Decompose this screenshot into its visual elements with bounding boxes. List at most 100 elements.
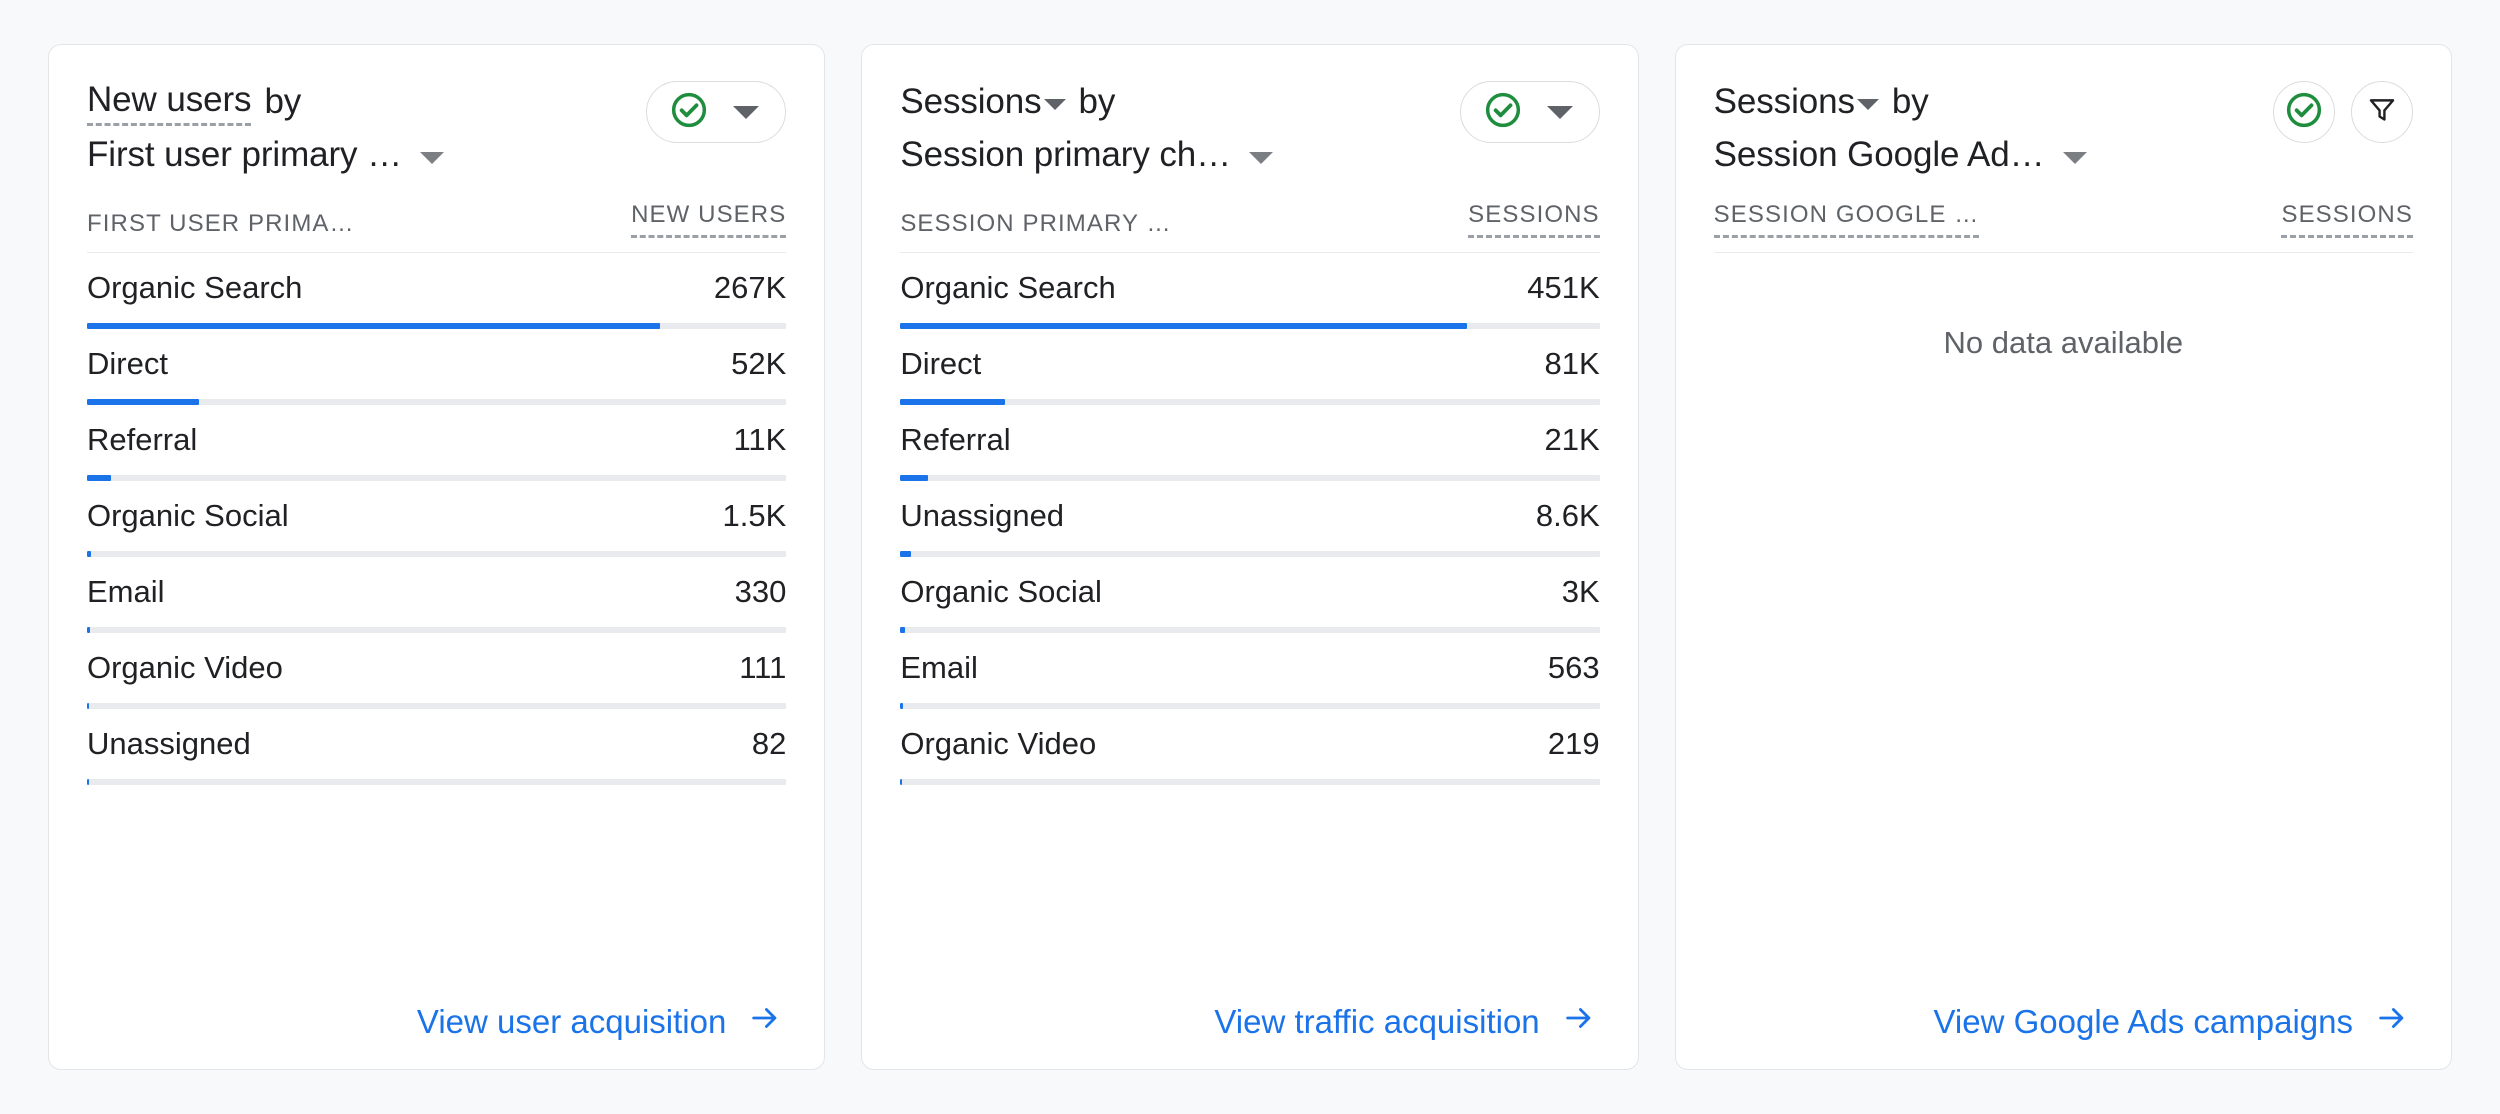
row-bar-track bbox=[87, 551, 787, 557]
row-value: 451K bbox=[1527, 270, 1600, 305]
arrow-right-icon bbox=[748, 1001, 782, 1043]
row-value: 3K bbox=[1561, 574, 1600, 609]
row-label: Email bbox=[87, 574, 165, 609]
status-button[interactable] bbox=[2272, 81, 2335, 143]
row-bar-track bbox=[87, 627, 787, 633]
footer-link-label: View Google Ads campaigns bbox=[1933, 1003, 2353, 1040]
data-rows: Organic Search 267K Direct 52K Referral 11K Or… bbox=[87, 253, 787, 785]
title-dimension-line[interactable]: Session primary ch… bbox=[900, 128, 1274, 181]
table-row[interactable]: Organic Video 219 bbox=[900, 709, 1600, 785]
table-row[interactable]: Email 563 bbox=[900, 633, 1600, 709]
column-header-dimension[interactable]: FIRST USER PRIMA… bbox=[87, 210, 355, 238]
filter-button[interactable] bbox=[2350, 81, 2413, 143]
table-row-content: Organic Video 111 bbox=[87, 650, 786, 686]
metric-selector[interactable]: Sessions bbox=[1714, 75, 1855, 128]
title-connector: by bbox=[1891, 82, 1929, 121]
row-bar-fill bbox=[87, 399, 199, 405]
dimension-selector-label: Session primary ch… bbox=[900, 135, 1232, 174]
metric-selector[interactable]: Sessions bbox=[900, 75, 1041, 128]
column-header-metric[interactable]: SESSIONS bbox=[1468, 201, 1600, 238]
title-metric-line: Sessions by bbox=[900, 75, 1273, 128]
data-rows: Organic Search 451K Direct 81K Referral 21K Un… bbox=[900, 253, 1600, 785]
column-header-metric[interactable]: SESSIONS bbox=[2281, 201, 2413, 238]
chevron-down-icon bbox=[1856, 99, 1879, 110]
row-bar-fill bbox=[900, 551, 911, 557]
title-dimension-line[interactable]: Session Google Ad… bbox=[1714, 128, 2087, 181]
table-row[interactable]: Organic Social 3K bbox=[900, 557, 1600, 633]
row-bar-fill bbox=[87, 627, 90, 633]
view-google-ads-campaigns-link[interactable]: View Google Ads campaigns bbox=[1934, 1001, 2409, 1043]
title-connector: by bbox=[264, 82, 302, 121]
table-row[interactable]: Email 330 bbox=[87, 557, 787, 633]
table-row[interactable]: Referral 21K bbox=[900, 405, 1600, 481]
card-footer: View Google Ads campaigns bbox=[1714, 987, 2413, 1043]
row-bar-fill bbox=[87, 323, 661, 329]
table-row-content: Direct 52K bbox=[87, 346, 786, 382]
card-traffic-acquisition: Sessions by Session primary ch… SESSION … bbox=[861, 44, 1639, 1070]
card-controls bbox=[2272, 75, 2413, 143]
column-header-dimension[interactable]: SESSION PRIMARY … bbox=[900, 210, 1171, 238]
chevron-down-icon bbox=[419, 151, 444, 164]
table-header-row: FIRST USER PRIMA… NEW USERS bbox=[87, 201, 787, 253]
table-row[interactable]: Unassigned 82 bbox=[87, 709, 787, 785]
card-header: New users by First user primary … bbox=[87, 75, 787, 181]
row-label: Organic Social bbox=[87, 498, 289, 533]
table-row-content: Organic Search 451K bbox=[900, 270, 1599, 306]
table-row[interactable]: Organic Video 111 bbox=[87, 633, 787, 709]
row-bar-track bbox=[900, 323, 1600, 329]
metric-selector[interactable]: New users bbox=[87, 78, 252, 126]
view-traffic-acquisition-link[interactable]: View traffic acquisition bbox=[1214, 1001, 1595, 1043]
row-label: Direct bbox=[900, 346, 982, 381]
chevron-down-icon bbox=[1249, 151, 1274, 164]
row-bar-fill bbox=[900, 703, 904, 709]
dimension-selector-label: Session Google Ad… bbox=[1713, 135, 2045, 174]
row-bar-track bbox=[900, 703, 1600, 709]
row-bar-fill bbox=[87, 779, 90, 785]
card-header: Sessions by Session primary ch… bbox=[900, 75, 1600, 181]
row-value: 8.6K bbox=[1535, 498, 1600, 533]
row-label: Organic Video bbox=[900, 726, 1097, 761]
title-metric-line: New users by bbox=[87, 75, 444, 128]
row-label: Organic Video bbox=[87, 650, 283, 685]
table-row[interactable]: Referral 11K bbox=[87, 405, 787, 481]
check-circle-icon bbox=[2284, 90, 2324, 135]
row-value: 52K bbox=[731, 346, 787, 381]
status-dropdown-pill[interactable] bbox=[1459, 81, 1600, 143]
table-row[interactable]: Organic Social 1.5K bbox=[87, 481, 787, 557]
table-row-content: Unassigned 8.6K bbox=[900, 498, 1599, 534]
row-bar-fill bbox=[87, 703, 90, 709]
card-header: Sessions by Session Google Ad… bbox=[1714, 75, 2413, 181]
row-label: Organic Social bbox=[900, 574, 1102, 609]
table-row[interactable]: Unassigned 8.6K bbox=[900, 481, 1600, 557]
card-controls bbox=[646, 75, 787, 143]
table-row-content: Unassigned 82 bbox=[87, 726, 786, 762]
table-row[interactable]: Organic Search 451K bbox=[900, 253, 1600, 329]
row-bar-fill bbox=[900, 779, 903, 785]
view-user-acquisition-link[interactable]: View user acquisition bbox=[417, 1001, 782, 1043]
table-row[interactable]: Organic Search 267K bbox=[87, 253, 787, 329]
card-google-ads-campaigns: Sessions by Session Google Ad… SESSION G… bbox=[1674, 44, 2452, 1070]
chevron-down-icon bbox=[733, 105, 760, 119]
table-row-content: Organic Search 267K bbox=[87, 270, 786, 306]
table-row-content: Email 330 bbox=[87, 574, 786, 610]
row-bar-fill bbox=[900, 323, 1467, 329]
column-header-dimension[interactable]: SESSION GOOGLE … bbox=[1713, 201, 1980, 238]
row-bar-track bbox=[87, 703, 787, 709]
table-row-content: Email 563 bbox=[900, 650, 1599, 686]
table-row[interactable]: Direct 81K bbox=[900, 329, 1600, 405]
table-row[interactable]: Direct 52K bbox=[87, 329, 787, 405]
column-header-metric[interactable]: NEW USERS bbox=[631, 201, 787, 238]
row-bar-track bbox=[900, 399, 1600, 405]
chevron-down-icon bbox=[2062, 151, 2087, 164]
row-value: 11K bbox=[733, 422, 787, 457]
table-row-content: Referral 11K bbox=[87, 422, 786, 458]
title-dimension-line[interactable]: First user primary … bbox=[87, 128, 444, 181]
dimension-selector-label: First user primary … bbox=[87, 135, 402, 174]
footer-link-label: View user acquisition bbox=[416, 1003, 727, 1040]
row-value: 111 bbox=[739, 650, 787, 685]
check-circle-icon bbox=[669, 90, 709, 135]
row-value: 21K bbox=[1544, 422, 1600, 457]
row-label: Referral bbox=[900, 422, 1011, 457]
status-dropdown-pill[interactable] bbox=[646, 81, 787, 143]
table-row-content: Organic Social 1.5K bbox=[87, 498, 786, 534]
